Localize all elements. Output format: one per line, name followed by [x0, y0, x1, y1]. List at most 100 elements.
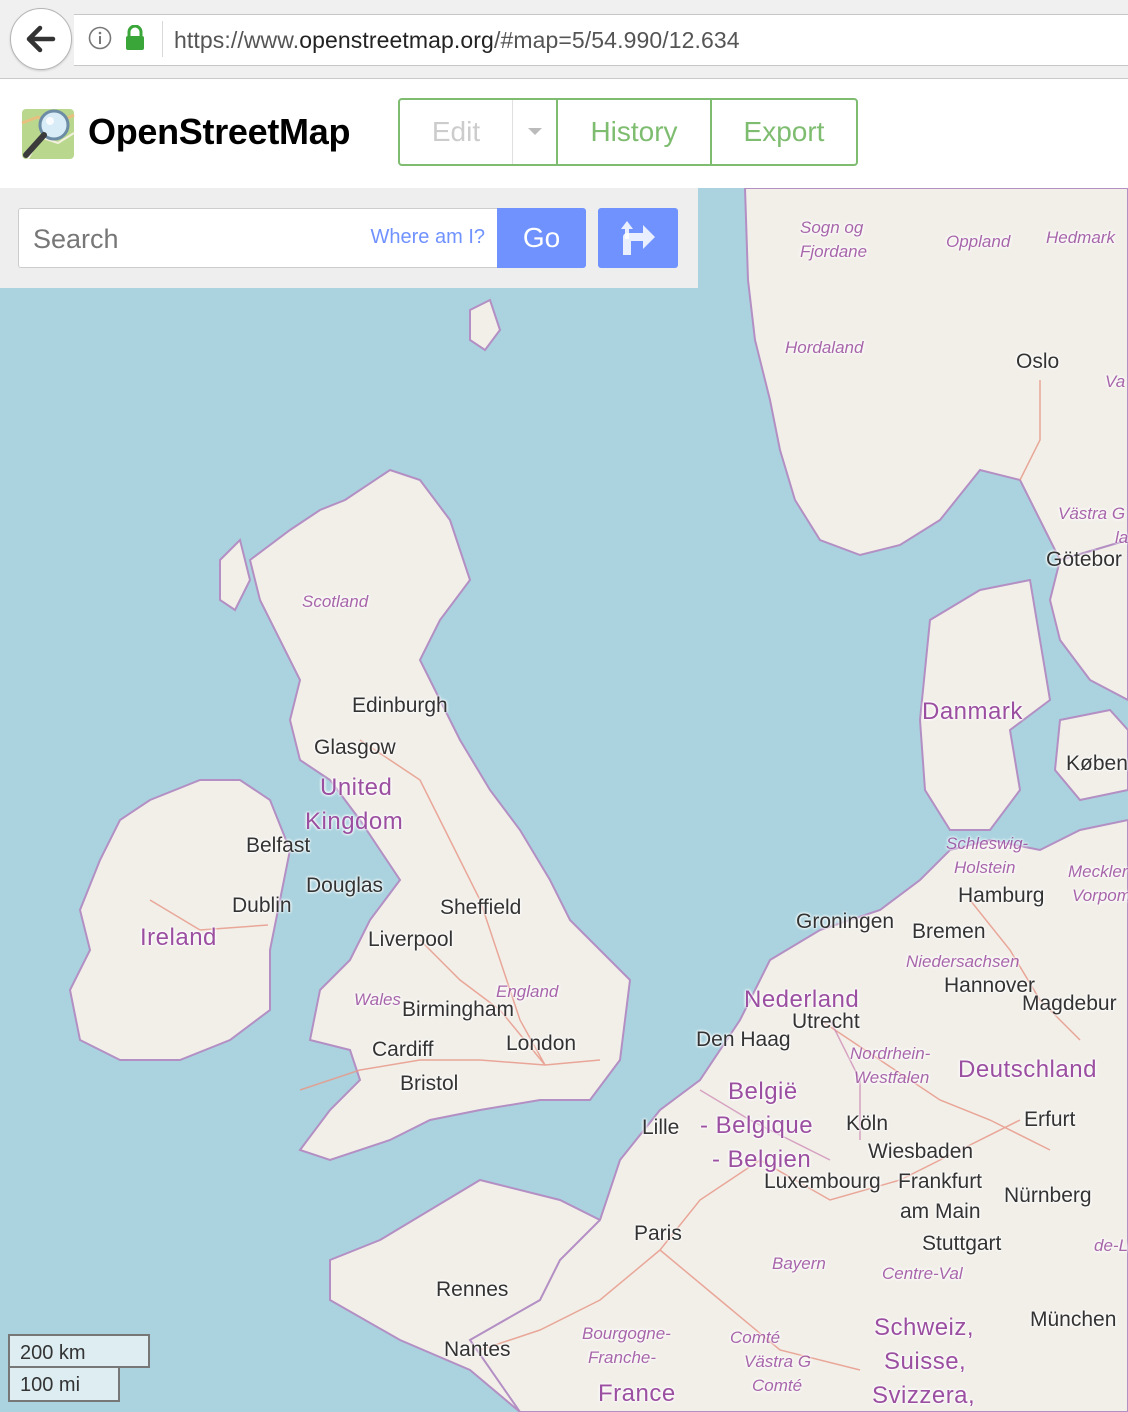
map-label: Erfurt	[1024, 1108, 1076, 1131]
map-label: Dublin	[232, 894, 292, 917]
url-path: /#map=5/54.990/12.634	[493, 27, 740, 53]
search-panel: Where am I? Go	[0, 188, 698, 288]
map-label: Västra G	[1058, 504, 1126, 523]
map-label: de-Loire	[1094, 1236, 1128, 1255]
map-label: United	[320, 774, 393, 801]
primary-nav: Edit History Export	[398, 98, 858, 166]
map-label: Bourgogne-	[582, 1324, 671, 1343]
map-label: Scotland	[302, 592, 369, 611]
url-field[interactable]: https://www.openstreetmap.org/#map=5/54.…	[74, 14, 1128, 66]
lock-icon[interactable]	[124, 25, 146, 51]
map-label: Hedmark	[1046, 228, 1115, 247]
history-button[interactable]: History	[556, 100, 710, 164]
export-button[interactable]: Export	[710, 100, 856, 164]
map-label: la	[1115, 528, 1128, 547]
map-label: Bristol	[400, 1072, 459, 1095]
map-label: am Main	[900, 1200, 981, 1223]
map-label: Luxembourg	[764, 1170, 881, 1193]
site-header: OpenStreetMap Edit History Export	[0, 79, 1128, 188]
map-label: Vorpom	[1072, 886, 1128, 905]
map-label: Meckler	[1068, 862, 1128, 881]
map-label: Oslo	[1016, 350, 1060, 373]
directions-button[interactable]	[598, 208, 678, 268]
map-label: Westfalen	[854, 1068, 930, 1087]
map-label: Comté	[752, 1376, 803, 1395]
map-label: Nürnberg	[1004, 1184, 1092, 1207]
url-separator	[162, 21, 163, 57]
site-title[interactable]: OpenStreetMap	[88, 111, 350, 153]
url-prefix: https://www.	[174, 27, 300, 53]
map-label: Nantes	[444, 1338, 511, 1361]
map-label: Sheffield	[440, 896, 522, 919]
map-label: Holstein	[954, 858, 1016, 877]
map-label: Hordaland	[785, 338, 864, 357]
map-label: Bremen	[912, 920, 986, 943]
map-label: Ireland	[140, 924, 217, 951]
map-label: Cardiff	[372, 1038, 434, 1061]
map-label: Va	[1105, 372, 1126, 391]
map-label: Nordrhein-	[850, 1044, 931, 1063]
map-label: München	[1030, 1308, 1117, 1331]
map-label: Niedersachsen	[906, 952, 1020, 971]
url-host: openstreetmap.org	[299, 27, 494, 53]
map-label: Kingdom	[305, 808, 404, 835]
map-label: London	[506, 1032, 577, 1055]
map-label: France	[598, 1380, 676, 1407]
url-text[interactable]: https://www.openstreetmap.org/#map=5/54.…	[174, 27, 740, 54]
map-canvas[interactable]: Sogn og Fjordane Oppland Hedmark Hordala…	[0, 188, 1128, 1412]
edit-button[interactable]: Edit	[400, 100, 512, 164]
map-label: Birmingham	[402, 998, 515, 1021]
map-label: Paris	[634, 1222, 682, 1245]
map-label: Sogn og	[800, 218, 864, 237]
map-scale: 200 km 100 mi	[8, 1334, 150, 1402]
go-button[interactable]: Go	[497, 208, 586, 268]
map-label: Køben	[1066, 752, 1128, 775]
scale-metric: 200 km	[8, 1334, 150, 1368]
browser-toolbar: https://www.openstreetmap.org/#map=5/54.…	[0, 0, 1128, 79]
map-label: Franche-	[588, 1348, 657, 1367]
map-label: Fjordane	[800, 242, 868, 261]
directions-icon	[621, 221, 655, 255]
map-label: Svizzera,	[872, 1382, 976, 1409]
map-label: Bayern	[772, 1254, 826, 1273]
map-label: Oppland	[946, 232, 1011, 251]
map-label: Köln	[846, 1112, 889, 1135]
info-icon[interactable]	[88, 26, 112, 50]
map-label: Frankfurt	[898, 1170, 983, 1193]
map-label: Götebor	[1046, 548, 1122, 571]
map-label: Magdebur	[1022, 992, 1117, 1015]
map-label: Edinburgh	[352, 694, 448, 717]
map-label: Comté	[730, 1328, 781, 1347]
edit-dropdown-button[interactable]	[512, 100, 556, 164]
map-label: Hamburg	[958, 884, 1045, 907]
map-label: Västra G	[744, 1352, 812, 1371]
back-button[interactable]	[10, 8, 72, 70]
map-label: Deutschland	[958, 1056, 1097, 1083]
search-input[interactable]	[31, 209, 375, 269]
map-label: Belfast	[246, 834, 311, 857]
osm-logo[interactable]	[18, 103, 78, 163]
scale-imperial: 100 mi	[8, 1368, 120, 1402]
map-label: Rennes	[436, 1278, 509, 1301]
map-label: Liverpool	[368, 928, 454, 951]
map-label: Schweiz,	[874, 1314, 975, 1341]
map-label: Den Haag	[696, 1028, 791, 1051]
map-label: Stuttgart	[922, 1232, 1002, 1255]
map-label: Schleswig-	[946, 834, 1029, 853]
map-label: Glasgow	[314, 736, 396, 759]
map-label: Lille	[642, 1116, 680, 1139]
map-label: Wiesbaden	[868, 1140, 974, 1163]
back-arrow-icon	[26, 25, 56, 53]
map-label: Douglas	[306, 874, 384, 897]
where-am-i-link[interactable]: Where am I?	[371, 226, 485, 249]
map-label: Groningen	[796, 910, 895, 933]
map-label: Suisse,	[884, 1348, 967, 1375]
map-label: Utrecht	[792, 1010, 860, 1033]
search-box: Where am I?	[18, 208, 498, 269]
map-label: Centre-Val	[882, 1264, 963, 1283]
map-label: België	[728, 1078, 798, 1105]
chevron-down-icon	[527, 128, 542, 135]
map-label: - Belgique	[700, 1112, 814, 1139]
map-label: Wales	[354, 990, 401, 1009]
map-label: Danmark	[922, 698, 1023, 725]
